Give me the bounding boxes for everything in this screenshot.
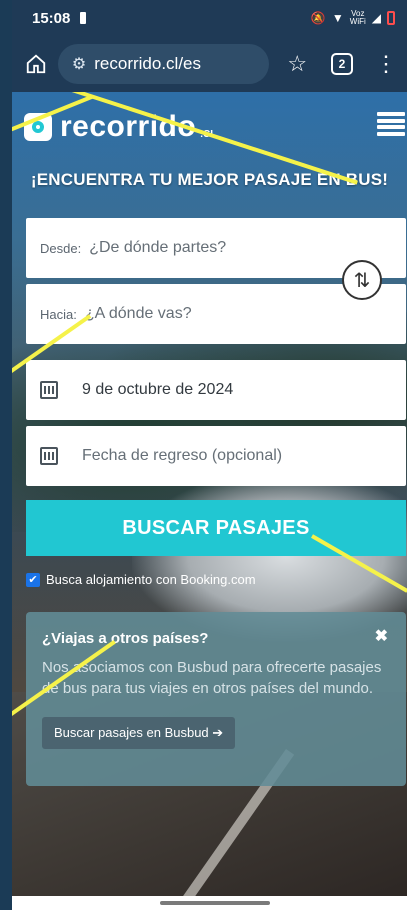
system-nav-bar <box>12 896 407 910</box>
return-date-field[interactable]: Fecha de regreso (opcional) <box>26 426 406 486</box>
swap-locations-button[interactable]: ⇅ <box>342 260 382 300</box>
origin-placeholder: ¿De dónde partes? <box>89 239 227 256</box>
departure-date-value: 9 de octubre de 2024 <box>82 381 234 398</box>
browser-menu-icon[interactable]: ⋮ <box>375 53 397 75</box>
address-bar-url: recorrido.cl/es <box>94 54 202 73</box>
destination-placeholder: ¿A dónde vas? <box>84 305 192 322</box>
signal-icon: ◢ <box>371 11 381 25</box>
info-card-title: ¿Viajas a otros países? <box>42 630 209 647</box>
close-icon[interactable]: ✖ <box>375 626 388 646</box>
booking-checkbox[interactable]: ✔ <box>26 572 40 587</box>
notification-icon <box>80 12 87 24</box>
mute-icon: 🔕 <box>310 11 326 25</box>
international-travel-card: ¿Viajas a otros países? ✖ Nos asociamos … <box>26 612 406 786</box>
hamburger-menu-icon[interactable] <box>377 112 405 136</box>
left-edge-strip <box>0 0 12 910</box>
origin-label: Desde: <box>40 240 82 256</box>
home-icon[interactable] <box>22 50 50 78</box>
volte-icon: Voz WiFi <box>349 9 366 26</box>
home-gesture-handle[interactable] <box>160 901 270 905</box>
booking-option[interactable]: ✔ Busca alojamiento con Booking.com <box>26 572 256 587</box>
wifi-icon: ▼ <box>331 11 344 25</box>
return-date-placeholder: Fecha de regreso (opcional) <box>82 447 283 464</box>
address-bar[interactable]: ⚙ recorrido.cl/es <box>57 44 270 84</box>
calendar-icon <box>40 447 58 465</box>
status-icons: 🔕 ▼ Voz WiFi ◢ <box>311 10 395 26</box>
site-settings-icon[interactable]: ⚙ <box>72 54 86 74</box>
tab-switcher-button[interactable]: 2 <box>331 53 353 75</box>
page-content: recorrido .CL ¡ENCUENTRA TU MEJOR PASAJE… <box>12 92 407 896</box>
booking-checkbox-label: Busca alojamiento con Booking.com <box>46 572 256 587</box>
calendar-icon <box>40 381 58 399</box>
phone-screen: 15:08 🔕 ▼ Voz WiFi ◢ ⚙ recorrido.cl/es ☆ … <box>12 0 407 910</box>
swap-arrows-icon: ⇅ <box>353 269 371 292</box>
battery-low-icon <box>387 11 395 25</box>
bookmark-star-icon[interactable]: ☆ <box>287 51 307 77</box>
browser-toolbar: ⚙ recorrido.cl/es ☆ 2 ⋮ <box>12 36 407 92</box>
status-time: 15:08 <box>32 9 71 27</box>
info-card-body: Nos asociamos con Busbud para ofrecerte … <box>42 659 382 697</box>
search-tickets-button[interactable]: BUSCAR PASAJES <box>26 500 406 556</box>
status-bar: 15:08 🔕 ▼ Voz WiFi ◢ <box>12 0 407 36</box>
logo-text: recorrido <box>60 110 197 143</box>
destination-label: Hacia: <box>40 306 77 322</box>
departure-date-field[interactable]: 9 de octubre de 2024 <box>26 360 406 420</box>
busbud-search-button[interactable]: Buscar pasajes en Busbud ➔ <box>42 717 236 749</box>
